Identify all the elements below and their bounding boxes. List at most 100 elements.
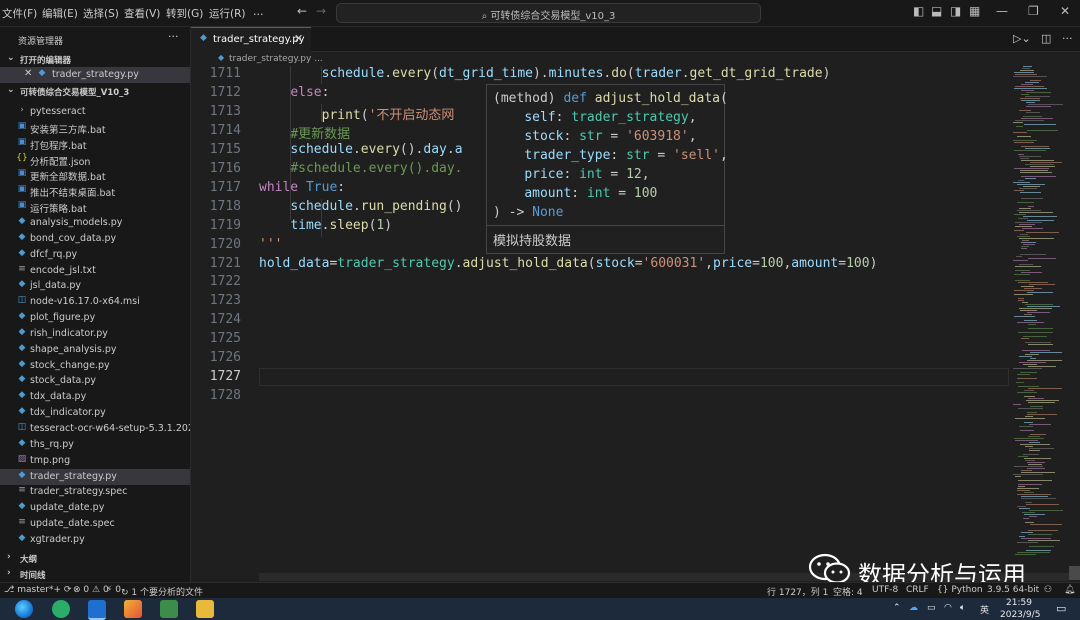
customize-layout-icon[interactable]: ▦ — [969, 4, 980, 18]
terminal-icon[interactable] — [160, 600, 178, 618]
menu-more[interactable]: … — [253, 6, 264, 18]
paint-icon[interactable] — [124, 600, 142, 618]
command-center-search[interactable]: ⌕ 可转债综合交易模型_v10_3 — [336, 3, 761, 23]
file-item[interactable]: ◆ tdx_data.py — [0, 389, 190, 405]
minimap-line — [1020, 234, 1028, 235]
encoding-status[interactable]: UTF-8 — [872, 585, 898, 595]
file-item[interactable]: ◆ xgtrader.py — [0, 532, 190, 548]
file-item[interactable]: ◆ stock_change.py — [0, 358, 190, 374]
file-explorer-icon[interactable] — [196, 600, 214, 618]
menu-file[interactable]: 文件(F) — [2, 6, 37, 21]
cursor-position[interactable]: 行 1727，列 1 — [767, 585, 828, 598]
toggle-panel-icon[interactable]: ⬓ — [931, 4, 942, 18]
hover-tooltip: (method) def adjust_hold_data( self: tra… — [486, 84, 728, 254]
python-file-icon: ◆ — [18, 215, 26, 226]
open-editor-item[interactable]: ✕ ◆ trader_strategy.py — [0, 67, 190, 83]
timeline-section[interactable]: › 时间线 — [0, 567, 190, 582]
close-window-icon[interactable]: ✕ — [1060, 4, 1070, 18]
branch-status[interactable]: ⎇ master*+ ⟳ — [4, 585, 71, 595]
toggle-sidebar-icon[interactable]: ◧ — [913, 4, 924, 18]
file-item[interactable]: ◆ dfcf_rq.py — [0, 247, 190, 263]
file-item[interactable]: ▣ 推出不结束桌面.bat — [0, 183, 190, 199]
file-item[interactable]: ≡ update_date.spec — [0, 516, 190, 532]
cloud-icon[interactable]: ☁ — [909, 603, 918, 613]
language-status[interactable]: {} Python — [937, 585, 983, 595]
analysis-status[interactable]: ↻ 1 个要分析的文件 — [121, 585, 203, 598]
file-item[interactable]: ◆ ths_rq.py — [0, 437, 190, 453]
interpreter-status[interactable]: 3.9.5 64-bit — [987, 585, 1039, 595]
minimap-line — [1028, 258, 1056, 259]
file-item[interactable]: ◆ bond_cov_data.py — [0, 231, 190, 247]
eol-status[interactable]: CRLF — [906, 585, 929, 595]
back-arrow-icon[interactable]: ← — [297, 4, 307, 18]
menu-go[interactable]: 转到(G) — [166, 6, 203, 21]
wechat-icon[interactable] — [52, 600, 70, 618]
minimap-line — [1027, 220, 1054, 221]
restore-icon[interactable]: ❐ — [1028, 4, 1039, 18]
file-item[interactable]: ◆ analysis_models.py — [0, 215, 190, 231]
vscode-icon[interactable] — [88, 600, 106, 620]
file-item[interactable]: ◆ plot_figure.py — [0, 310, 190, 326]
file-item[interactable]: ▣ 更新全部数据.bat — [0, 167, 190, 183]
notification-center-icon[interactable]: ▭ — [1056, 602, 1066, 615]
close-tab-icon[interactable]: ✕ — [294, 32, 303, 45]
indentation-status[interactable]: 空格: 4 — [833, 585, 863, 598]
file-item[interactable]: ◆ update_date.py — [0, 500, 190, 516]
minimap-line — [1014, 150, 1046, 151]
network-icon[interactable]: ◠ — [944, 603, 952, 613]
tray-chevron-icon[interactable]: ⌃ — [893, 603, 901, 613]
file-item[interactable]: › pytesseract — [0, 104, 190, 120]
problems-status[interactable]: ⊗ 0 ⚠ 0 — [73, 585, 109, 595]
minimap-line — [1014, 230, 1024, 231]
file-item[interactable]: {} 分析配置.json — [0, 152, 190, 168]
clock-time[interactable]: 21:59 — [1006, 598, 1032, 608]
minimap-line — [1013, 140, 1037, 141]
file-item[interactable]: ▣ 运行策略.bat — [0, 199, 190, 215]
clock-date[interactable]: 2023/9/5 — [1000, 610, 1040, 620]
file-item[interactable]: ▣ 安装第三方库.bat — [0, 120, 190, 136]
menu-selection[interactable]: 选择(S) — [83, 6, 119, 21]
forward-arrow-icon[interactable]: → — [316, 4, 326, 18]
volume-icon[interactable]: 🔈︎ — [960, 603, 965, 613]
close-icon[interactable]: ✕ — [24, 68, 32, 79]
ports-status[interactable]: ⚡ 0 — [106, 585, 121, 595]
breadcrumb-label[interactable]: trader_strategy.py ... — [229, 54, 323, 64]
more-actions-icon[interactable]: ··· — [1062, 32, 1073, 45]
minimap[interactable] — [1009, 66, 1069, 566]
notifications-icon[interactable]: 🔔︎ — [1064, 585, 1075, 595]
menu-view[interactable]: 查看(V) — [124, 6, 160, 21]
more-actions-icon[interactable]: ··· — [168, 30, 179, 43]
outline-section[interactable]: › 大纲 — [0, 551, 190, 567]
ime-indicator[interactable]: 英 — [980, 603, 989, 616]
toggle-secondary-sidebar-icon[interactable]: ◨ — [950, 4, 961, 18]
file-item[interactable]: ▨ tmp.png — [0, 453, 190, 469]
folder-section[interactable]: ⌄ 可转债综合交易模型_V10_3 — [0, 84, 190, 100]
file-item[interactable]: ◆ rish_indicator.py — [0, 326, 190, 342]
split-editor-icon[interactable]: ◫ — [1041, 32, 1051, 45]
file-item[interactable]: ◫ node-v16.17.0-x64.msi — [0, 294, 190, 310]
tab-trader-strategy[interactable]: ◆ trader_strategy.py ✕ — [191, 27, 311, 52]
file-item[interactable]: ◆ jsl_data.py — [0, 278, 190, 294]
minimap-line — [1014, 438, 1044, 439]
file-item[interactable]: ◆ trader_strategy.py — [0, 468, 190, 485]
menu-edit[interactable]: 编辑(E) — [42, 6, 78, 21]
minimap-line — [1024, 492, 1034, 493]
scrollbar-thumb[interactable] — [1069, 566, 1080, 580]
copilot-icon[interactable]: ⚇ — [1044, 585, 1052, 595]
file-item[interactable]: ◆ stock_data.py — [0, 373, 190, 389]
file-item[interactable]: ◆ tdx_indicator.py — [0, 405, 190, 421]
file-item[interactable]: ≡ encode_jsl.txt — [0, 263, 190, 279]
file-item[interactable]: ◆ shape_analysis.py — [0, 342, 190, 358]
minimap-line — [1028, 324, 1036, 325]
minimap-line — [1016, 256, 1022, 257]
file-item[interactable]: ≡ trader_strategy.spec — [0, 484, 190, 500]
file-item[interactable]: ◫tesseract-ocr-w64-setup-5.3.1.20230... — [0, 421, 190, 437]
minimize-icon[interactable]: — — [996, 4, 1008, 18]
menu-run[interactable]: 运行(R) — [209, 6, 246, 21]
file-item[interactable]: ▣ 打包程序.bat — [0, 136, 190, 152]
edge-browser-icon[interactable] — [15, 600, 33, 618]
vertical-scrollbar[interactable] — [1069, 66, 1080, 580]
open-editors-section[interactable]: ⌄ 打开的编辑器 — [0, 52, 190, 68]
run-icon[interactable]: ▷⌄ — [1013, 32, 1031, 45]
battery-icon[interactable]: ▭ — [927, 603, 936, 613]
